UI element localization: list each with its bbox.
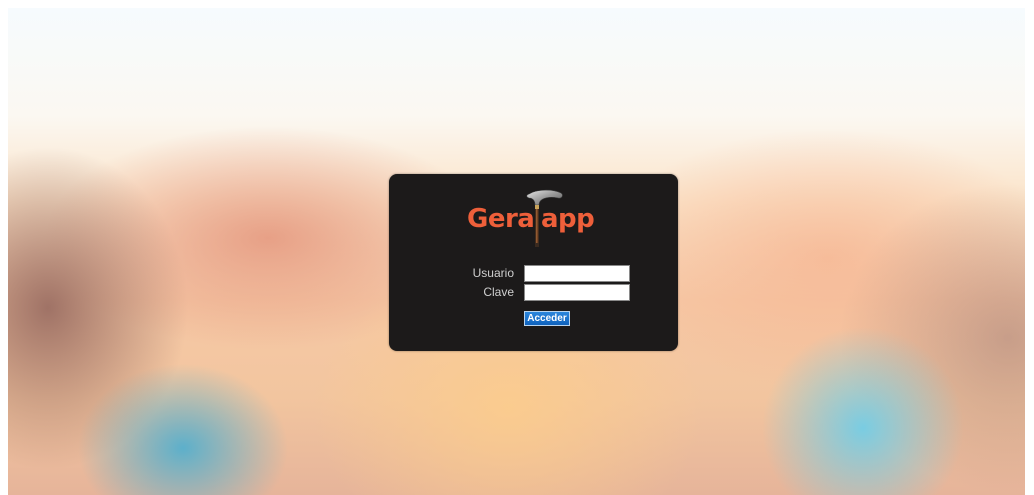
password-row: Clave xyxy=(389,284,678,302)
username-label: Usuario xyxy=(472,266,514,280)
app-logo: Gera app xyxy=(467,188,607,248)
username-input[interactable] xyxy=(524,265,630,282)
password-label: Clave xyxy=(483,285,514,299)
page-background: Gera app Usuario Clave Acceder xyxy=(8,8,1025,495)
password-input[interactable] xyxy=(524,284,630,301)
login-submit-button[interactable]: Acceder xyxy=(524,311,570,326)
login-card: Gera app Usuario Clave Acceder xyxy=(389,174,678,351)
username-row: Usuario xyxy=(389,265,678,283)
logo-text-app: app xyxy=(541,204,595,234)
